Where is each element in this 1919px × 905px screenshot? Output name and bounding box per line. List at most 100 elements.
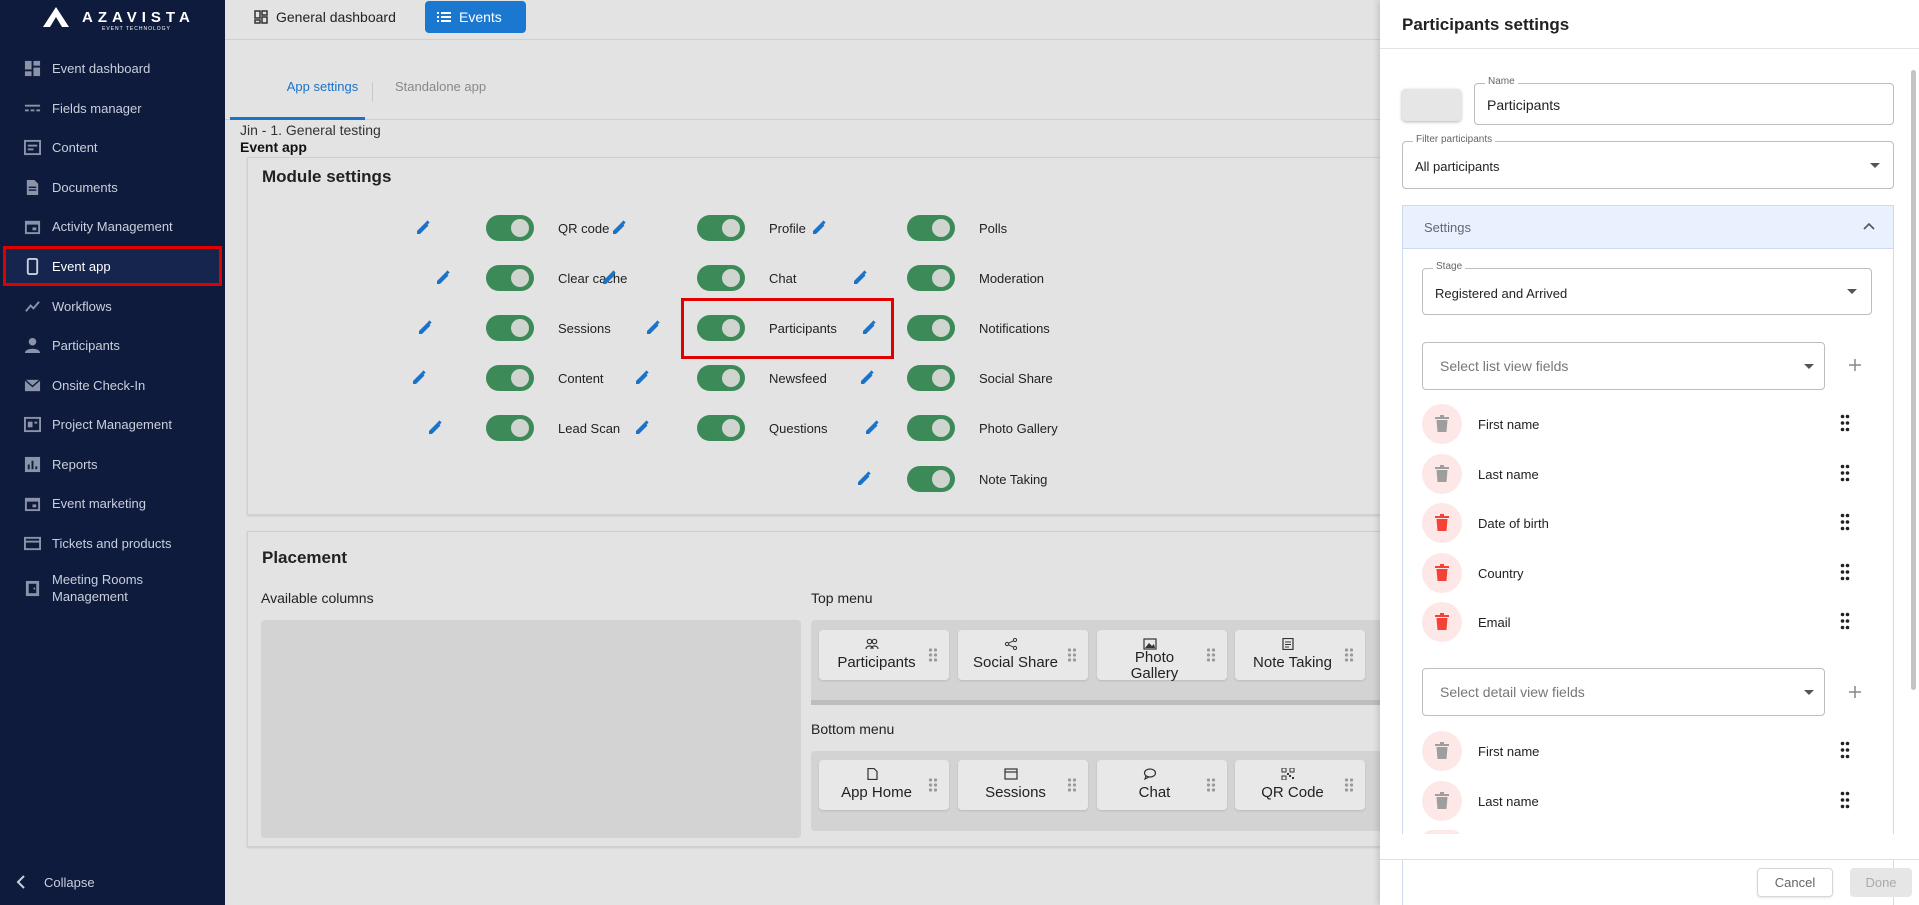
delete-date-of-birth-trash-icon[interactable] — [1422, 503, 1462, 543]
delete-country-trash-icon[interactable] — [1422, 552, 1462, 593]
module-photo-gallery: Photo Gallery — [866, 412, 1137, 442]
module-toggle-polls[interactable] — [907, 215, 955, 241]
edit-content-pencil-icon[interactable] — [411, 370, 427, 386]
drawer-scrollbar[interactable] — [1911, 70, 1916, 690]
bottom-menu-item-sessions[interactable]: Sessions — [958, 760, 1088, 810]
field-row-email: Email — [1422, 602, 1882, 642]
drag-handle-icon[interactable] — [1067, 647, 1077, 663]
sidebar-item-workflows[interactable]: Workflows — [0, 286, 225, 326]
sidebar-item-activity-management[interactable]: Activity Management — [0, 206, 225, 246]
collapse-button[interactable]: Collapse — [0, 862, 225, 902]
tab-app-settings[interactable]: App settings — [280, 77, 365, 120]
bottom-menu-item-chat[interactable]: Chat — [1097, 760, 1227, 810]
delete-last-name-trash-icon[interactable] — [1422, 453, 1462, 494]
module-toggle-qr-code[interactable] — [486, 215, 534, 241]
add-detail-field-button[interactable] — [1848, 685, 1862, 699]
edit-lead-scan-pencil-icon[interactable] — [427, 420, 443, 436]
drag-handle-icon[interactable] — [1840, 741, 1850, 759]
module-label: Newsfeed — [769, 371, 827, 386]
drag-handle-icon[interactable] — [1206, 647, 1216, 663]
sidebar-item-meeting-rooms-management[interactable]: Meeting Rooms Management — [0, 568, 225, 608]
drag-handle-icon[interactable] — [1840, 791, 1850, 809]
drag-handle-icon[interactable] — [1344, 647, 1354, 663]
drag-handle-icon[interactable] — [928, 777, 938, 793]
sidebar-item-documents[interactable]: Documents — [0, 167, 225, 207]
top-menu-item-participants[interactable]: Participants — [819, 630, 949, 680]
bottom-menu-item-qr-code[interactable]: QR Code — [1235, 760, 1365, 810]
edit-newsfeed-pencil-icon[interactable] — [634, 370, 650, 386]
drag-handle-icon[interactable] — [1344, 777, 1354, 793]
module-toggle-lead-scan[interactable] — [486, 415, 534, 441]
sidebar-item-event-dashboard[interactable]: Event dashboard — [0, 48, 225, 88]
edit-polls-pencil-icon[interactable] — [811, 220, 827, 236]
filter-participants-select[interactable]: Filter participants All participants — [1402, 134, 1894, 189]
drag-handle-icon[interactable] — [1067, 777, 1077, 793]
bottom-menu-item-app-home[interactable]: App Home — [819, 760, 949, 810]
drag-handle-icon[interactable] — [1840, 464, 1850, 482]
module-toggle-notifications[interactable] — [907, 315, 955, 341]
events-button[interactable]: Events — [425, 1, 526, 33]
list-view-fields-select[interactable]: Select list view fields — [1422, 342, 1825, 390]
drag-handle-icon[interactable] — [1840, 513, 1850, 531]
module-toggle-social-share[interactable] — [907, 365, 955, 391]
drag-handle-icon[interactable] — [1206, 777, 1216, 793]
edit-social-share-pencil-icon[interactable] — [859, 370, 875, 386]
drag-handle-icon[interactable] — [1840, 414, 1850, 432]
sidebar-item-participants[interactable]: Participants — [0, 325, 225, 365]
done-button[interactable]: Done — [1850, 868, 1912, 897]
module-toggle-content[interactable] — [486, 365, 534, 391]
sidebar-item-project-management[interactable]: Project Management — [0, 404, 225, 444]
detail-view-fields-select[interactable]: Select detail view fields — [1422, 668, 1825, 716]
share-icon — [1004, 637, 1018, 651]
top-menu-item-photo-gallery[interactable]: Photo Gallery — [1097, 630, 1227, 682]
delete-first-name-trash-icon[interactable] — [1422, 731, 1462, 771]
edit-note-taking-pencil-icon[interactable] — [856, 471, 872, 487]
sidebar-item-event-marketing[interactable]: Event marketing — [0, 483, 225, 523]
settings-accordion-header[interactable]: Settings — [1403, 206, 1893, 249]
sidebar-item-fields-manager[interactable]: Fields manager — [0, 88, 225, 128]
edit-clear-cache-pencil-icon[interactable] — [435, 270, 451, 286]
edit-photo-gallery-pencil-icon[interactable] — [864, 420, 880, 436]
module-toggle-moderation[interactable] — [907, 265, 955, 291]
delete-first-name-trash-icon[interactable] — [1422, 404, 1462, 444]
drag-handle-icon[interactable] — [1840, 563, 1850, 581]
add-list-field-button[interactable] — [1848, 358, 1862, 372]
drag-handle-icon[interactable] — [928, 647, 938, 663]
edit-questions-pencil-icon[interactable] — [634, 420, 650, 436]
sidebar-item-event-app[interactable]: Event app — [3, 246, 222, 286]
cancel-button[interactable]: Cancel — [1757, 868, 1833, 897]
edit-chat-pencil-icon[interactable] — [601, 270, 617, 286]
stage-select[interactable]: Stage Registered and Arrived — [1422, 261, 1872, 315]
module-toggle-clear-cache[interactable] — [486, 265, 534, 291]
edit-profile-pencil-icon[interactable] — [611, 220, 627, 236]
module-toggle-sessions[interactable] — [486, 315, 534, 341]
edit-moderation-pencil-icon[interactable] — [852, 270, 868, 286]
edit-sessions-pencil-icon[interactable] — [417, 320, 433, 336]
edit-qr-code-pencil-icon[interactable] — [415, 220, 431, 236]
sidebar-item-reports[interactable]: Reports — [0, 444, 225, 484]
sidebar-item-label: Reports — [52, 456, 98, 472]
general-dashboard-button[interactable]: General dashboard — [242, 1, 408, 33]
azavista-logo[interactable]: AZAVISTA EVENT TECHNOLOGY — [42, 6, 190, 32]
delete-last-name-trash-icon[interactable] — [1422, 780, 1462, 821]
module-toggle-chat[interactable] — [697, 265, 745, 291]
top-menu-item-social-share[interactable]: Social Share — [958, 630, 1088, 680]
module-toggle-profile[interactable] — [697, 215, 745, 241]
sidebar-item-tickets-and-products[interactable]: Tickets and products — [0, 523, 225, 563]
name-field[interactable]: Name Participants — [1474, 76, 1894, 125]
field-row-last-name: Last name — [1422, 780, 1882, 821]
sidebar-item-label: Documents — [52, 179, 118, 195]
module-toggle-note-taking[interactable] — [907, 466, 955, 492]
color-picker-button[interactable] — [1402, 89, 1461, 121]
sidebar-item-onsite-check-in[interactable]: Onsite Check-In — [0, 365, 225, 405]
module-toggle-photo-gallery[interactable] — [907, 415, 955, 441]
edit-participants-pencil-icon[interactable] — [645, 320, 661, 336]
module-toggle-questions[interactable] — [697, 415, 745, 441]
tab-standalone-app[interactable]: Standalone app — [395, 77, 486, 97]
drag-handle-icon[interactable] — [1840, 612, 1850, 630]
sidebar-item-content[interactable]: Content — [0, 127, 225, 167]
top-menu-item-note-taking[interactable]: Note Taking — [1235, 630, 1365, 680]
available-columns-dropzone[interactable] — [261, 620, 801, 838]
delete-email-trash-icon[interactable] — [1422, 602, 1462, 642]
module-toggle-newsfeed[interactable] — [697, 365, 745, 391]
